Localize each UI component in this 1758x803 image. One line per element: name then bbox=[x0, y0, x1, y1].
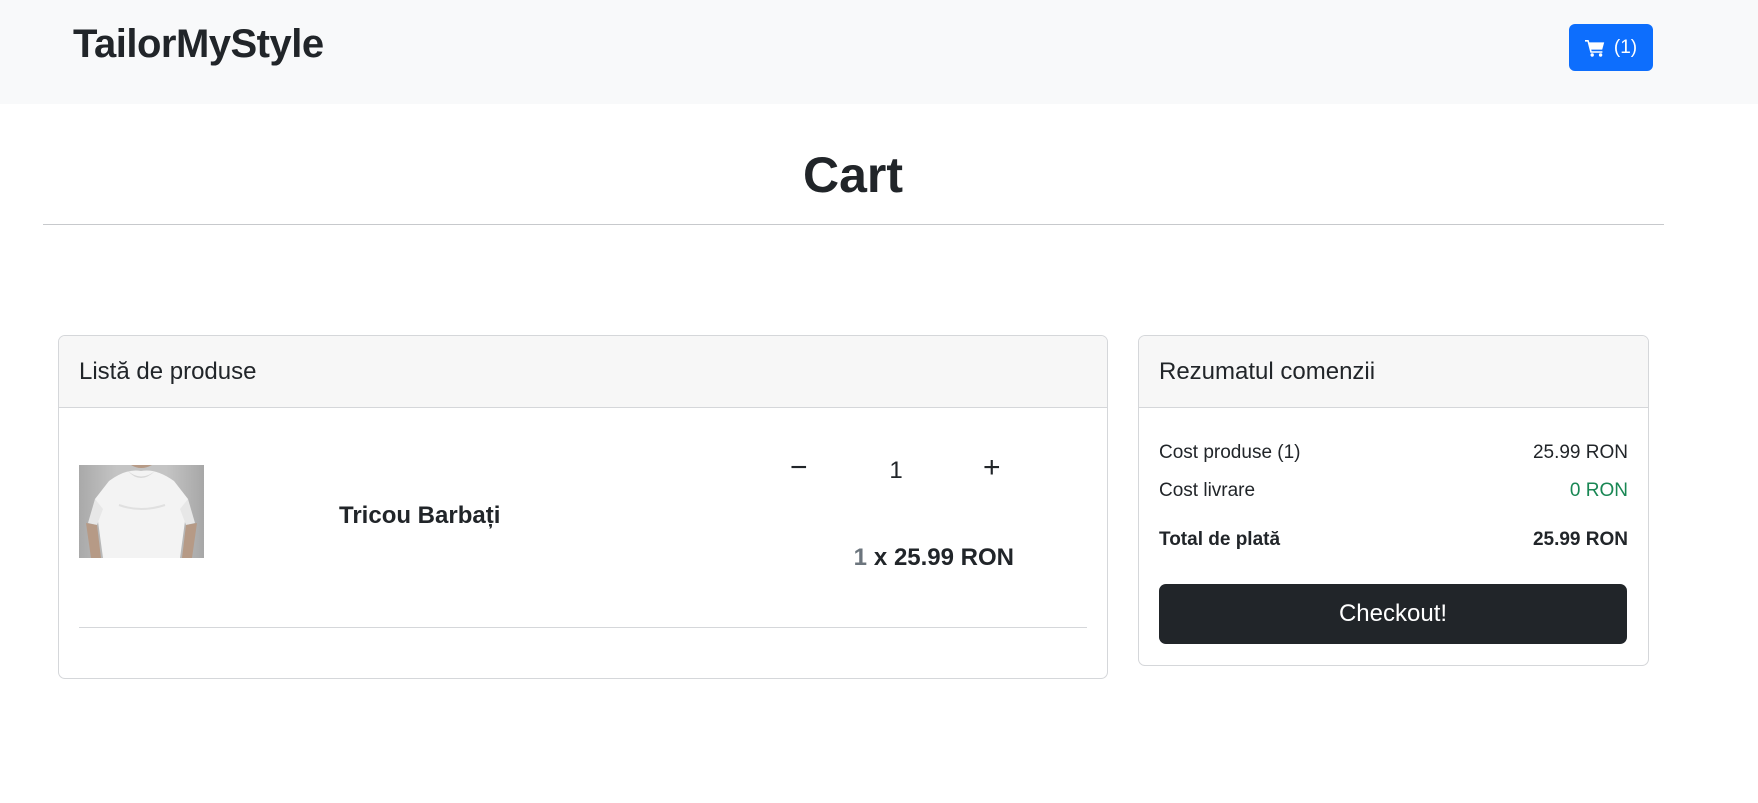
title-divider bbox=[43, 224, 1664, 225]
cart-count: (1) bbox=[1613, 36, 1638, 58]
item-divider bbox=[79, 627, 1087, 628]
quantity-value: 1 bbox=[889, 457, 903, 484]
brand-logo-text[interactable]: TailorMyStyle bbox=[73, 22, 324, 67]
product-list-header: Listă de produse bbox=[59, 336, 1107, 408]
products-cost-row: Cost produse (1) 25.99 RON bbox=[1159, 442, 1628, 464]
order-summary-header: Rezumatul comenzii bbox=[1139, 336, 1648, 408]
total-value: 25.99 RON bbox=[1532, 529, 1628, 550]
product-image bbox=[79, 465, 204, 558]
delivery-cost-row: Cost livrare 0 RON bbox=[1159, 480, 1628, 502]
products-cost-value: 25.99 RON bbox=[1532, 442, 1628, 463]
total-row: Total de plată 25.99 RON bbox=[1159, 529, 1628, 551]
product-name[interactable]: Tricou Barbați bbox=[339, 502, 500, 530]
shopping-cart-icon bbox=[1584, 39, 1605, 57]
delivery-cost-label: Cost livrare bbox=[1159, 480, 1256, 501]
products-cost-label: Cost produse (1) bbox=[1159, 442, 1301, 463]
cart-button[interactable]: (1) bbox=[1569, 24, 1653, 71]
page-title: Cart bbox=[802, 147, 904, 203]
line-price: x 25.99 RON bbox=[873, 544, 1014, 571]
increase-quantity-button[interactable]: + bbox=[983, 453, 1001, 483]
line-total: 1 x 25.99 RON bbox=[854, 544, 1014, 572]
decrease-quantity-button[interactable]: − bbox=[790, 453, 808, 483]
total-label: Total de plată bbox=[1159, 529, 1281, 550]
delivery-cost-value: 0 RON bbox=[1569, 480, 1628, 501]
line-quantity: 1 bbox=[853, 544, 867, 571]
order-summary-card: Rezumatul comenzii Cost produse (1) 25.9… bbox=[1138, 335, 1649, 666]
navbar: TailorMyStyle (1) bbox=[0, 0, 1758, 104]
checkout-button[interactable]: Checkout! bbox=[1159, 584, 1627, 644]
product-list-card: Listă de produse Tricou Barbați − 1 + 1 … bbox=[58, 335, 1108, 679]
